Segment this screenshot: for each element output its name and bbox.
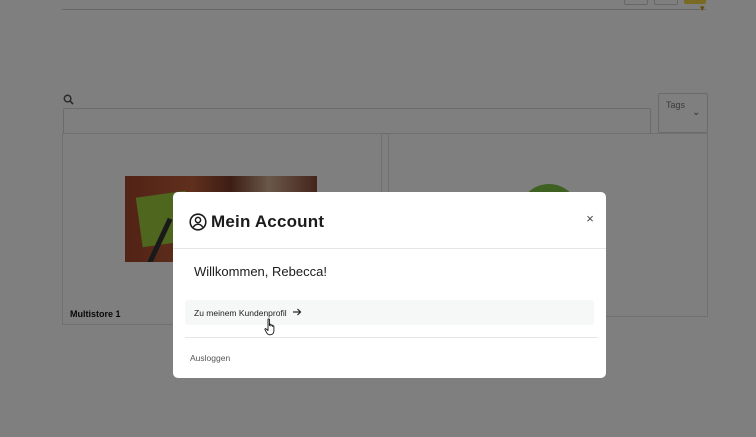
close-icon[interactable]: × (583, 212, 597, 226)
page: ▾ Tags ⌄ Multistore 1 Mein Account × W (0, 0, 756, 437)
account-modal: Mein Account × Willkommen, Rebecca! Zu m… (173, 192, 606, 378)
modal-title: Mein Account (211, 212, 325, 231)
hand-pointer-icon (264, 318, 275, 336)
modal-header: Mein Account × (173, 192, 606, 249)
modal-divider (185, 337, 598, 338)
logout-link[interactable]: Ausloggen (190, 353, 230, 363)
arrow-right-icon (293, 308, 302, 316)
customer-profile-label: Zu meinem Kundenprofil (194, 308, 287, 318)
user-circle-icon (189, 213, 207, 231)
customer-profile-link[interactable]: Zu meinem Kundenprofil (185, 300, 594, 325)
welcome-text: Willkommen, Rebecca! (194, 264, 327, 279)
